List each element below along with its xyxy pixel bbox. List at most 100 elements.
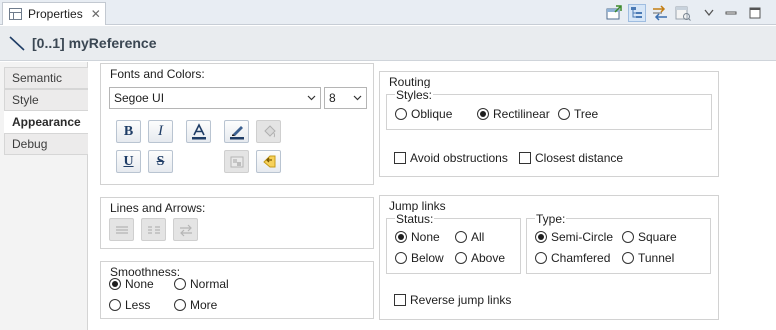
reverse-jump-links-checkbox[interactable]: Reverse jump links bbox=[394, 293, 511, 307]
radio-indicator bbox=[622, 231, 634, 243]
jump-status-none-radio[interactable]: None bbox=[395, 230, 440, 244]
radio-label: All bbox=[471, 230, 485, 244]
checkbox-indicator bbox=[394, 152, 406, 164]
jump-status-above-radio[interactable]: Above bbox=[455, 251, 505, 265]
category-tabs: Semantic Style Appearance Debug bbox=[0, 62, 89, 330]
close-icon[interactable]: ✕ bbox=[91, 8, 101, 20]
tab-semantic[interactable]: Semantic bbox=[4, 67, 88, 89]
group-title: Lines and Arrows: bbox=[109, 201, 207, 215]
fonts-and-colors-group: Fonts and Colors: Segoe UI 8 B I U S bbox=[100, 63, 374, 185]
font-size-value: 8 bbox=[329, 91, 336, 105]
minimize-button[interactable] bbox=[722, 4, 740, 22]
font-size-select[interactable]: 8 bbox=[324, 87, 367, 109]
radio-label: Tree bbox=[574, 107, 599, 121]
radio-label: Normal bbox=[190, 277, 229, 291]
line-color-button[interactable] bbox=[224, 120, 249, 143]
font-color-icon bbox=[191, 122, 206, 139]
new-properties-view-icon bbox=[675, 6, 691, 21]
jump-type-semi-circle-radio[interactable]: Semi-Circle bbox=[535, 230, 613, 244]
radio-indicator bbox=[455, 252, 467, 264]
radio-indicator bbox=[109, 299, 121, 311]
radio-label: More bbox=[190, 298, 218, 312]
smoothness-group: Smoothness: None Normal Less More bbox=[100, 261, 374, 319]
routing-tree-radio[interactable]: Tree bbox=[558, 107, 598, 121]
tab-appearance[interactable]: Appearance bbox=[4, 111, 89, 133]
group-title: Status: bbox=[395, 212, 435, 226]
jump-type-square-radio[interactable]: Square bbox=[622, 230, 677, 244]
jump-links-group: Jump links Status: None All Below Above … bbox=[379, 195, 719, 320]
tree-icon bbox=[631, 7, 642, 18]
radio-label: None bbox=[125, 277, 154, 291]
fill-color-button[interactable] bbox=[256, 120, 281, 143]
radio-indicator bbox=[622, 252, 634, 264]
arrow-style-button[interactable] bbox=[173, 218, 198, 241]
avoid-obstructions-checkbox[interactable]: Avoid obstructions bbox=[394, 151, 508, 165]
underline-button[interactable]: U bbox=[116, 150, 141, 173]
radio-indicator bbox=[395, 108, 407, 120]
radio-label: Tunnel bbox=[638, 251, 675, 265]
tab-debug[interactable]: Debug bbox=[4, 133, 88, 155]
smoothness-more-radio[interactable]: More bbox=[174, 298, 217, 312]
group-title: Jump links bbox=[388, 199, 447, 213]
font-color-button[interactable] bbox=[186, 120, 211, 143]
checkbox-label: Avoid obstructions bbox=[410, 151, 508, 165]
radio-label: Less bbox=[125, 298, 151, 312]
strikethrough-button[interactable]: S bbox=[148, 150, 173, 173]
routing-rectilinear-radio[interactable]: Rectilinear bbox=[477, 107, 550, 121]
link-with-editor-button[interactable] bbox=[651, 4, 669, 22]
strikethrough-label: S bbox=[156, 153, 165, 169]
smoothness-less-radio[interactable]: Less bbox=[109, 298, 150, 312]
jump-status-below-radio[interactable]: Below bbox=[395, 251, 444, 265]
pin-to-selection-button[interactable] bbox=[605, 4, 623, 22]
bold-button[interactable]: B bbox=[116, 120, 141, 143]
chevron-down-icon bbox=[704, 9, 714, 17]
categories-toggle-button[interactable] bbox=[628, 4, 646, 22]
group-title: Type: bbox=[535, 212, 567, 226]
closest-distance-checkbox[interactable]: Closest distance bbox=[519, 151, 623, 165]
checkbox-indicator bbox=[394, 294, 406, 306]
jump-status-all-radio[interactable]: All bbox=[455, 230, 484, 244]
undo-arrow-icon bbox=[262, 155, 275, 167]
image-button[interactable] bbox=[224, 150, 249, 173]
smoothness-none-radio[interactable]: None bbox=[109, 277, 154, 291]
pin-icon bbox=[606, 5, 622, 20]
routing-styles-group: Styles: Oblique Rectilinear Tree bbox=[386, 88, 712, 130]
reference-edge-icon bbox=[9, 36, 25, 51]
page-title: [0..1] myReference bbox=[32, 35, 157, 51]
tab-style[interactable]: Style bbox=[4, 89, 88, 111]
radio-label: Semi-Circle bbox=[551, 230, 614, 244]
line-width-button[interactable] bbox=[141, 218, 166, 241]
new-view-button[interactable] bbox=[674, 4, 692, 22]
font-name-value: Segoe UI bbox=[114, 91, 165, 105]
line-style-icon bbox=[115, 225, 128, 234]
checkbox-label: Closest distance bbox=[535, 151, 624, 165]
maximize-button[interactable] bbox=[746, 4, 764, 22]
jump-type-tunnel-radio[interactable]: Tunnel bbox=[622, 251, 674, 265]
smoothness-normal-radio[interactable]: Normal bbox=[174, 277, 229, 291]
view-menu-button[interactable] bbox=[700, 4, 718, 22]
font-name-select[interactable]: Segoe UI bbox=[109, 87, 321, 109]
appearance-page: Fonts and Colors: Segoe UI 8 B I U S Lin… bbox=[88, 62, 776, 330]
radio-indicator bbox=[535, 252, 547, 264]
radio-label: Below bbox=[411, 251, 444, 265]
italic-button[interactable]: I bbox=[148, 120, 173, 143]
tab-label: Properties bbox=[28, 7, 83, 21]
routing-oblique-radio[interactable]: Oblique bbox=[395, 107, 452, 121]
group-title: Fonts and Colors: bbox=[109, 67, 206, 81]
tab-properties[interactable]: Properties ✕ bbox=[2, 2, 106, 25]
arrows-icon bbox=[179, 224, 192, 236]
radio-indicator bbox=[174, 299, 186, 311]
chevron-down-icon bbox=[307, 95, 316, 101]
paint-bucket-icon bbox=[263, 124, 276, 137]
minimize-icon bbox=[725, 11, 737, 15]
line-style-button[interactable] bbox=[109, 218, 134, 241]
properties-title-bar: [0..1] myReference bbox=[0, 26, 776, 61]
group-title: Styles: bbox=[395, 88, 434, 102]
italic-label: I bbox=[158, 123, 163, 139]
radio-indicator bbox=[558, 108, 570, 120]
underline-label: U bbox=[123, 153, 134, 169]
jump-type-chamfered-radio[interactable]: Chamfered bbox=[535, 251, 610, 265]
pen-icon bbox=[229, 125, 244, 139]
properties-icon bbox=[9, 8, 22, 20]
reset-style-button[interactable] bbox=[256, 150, 281, 173]
